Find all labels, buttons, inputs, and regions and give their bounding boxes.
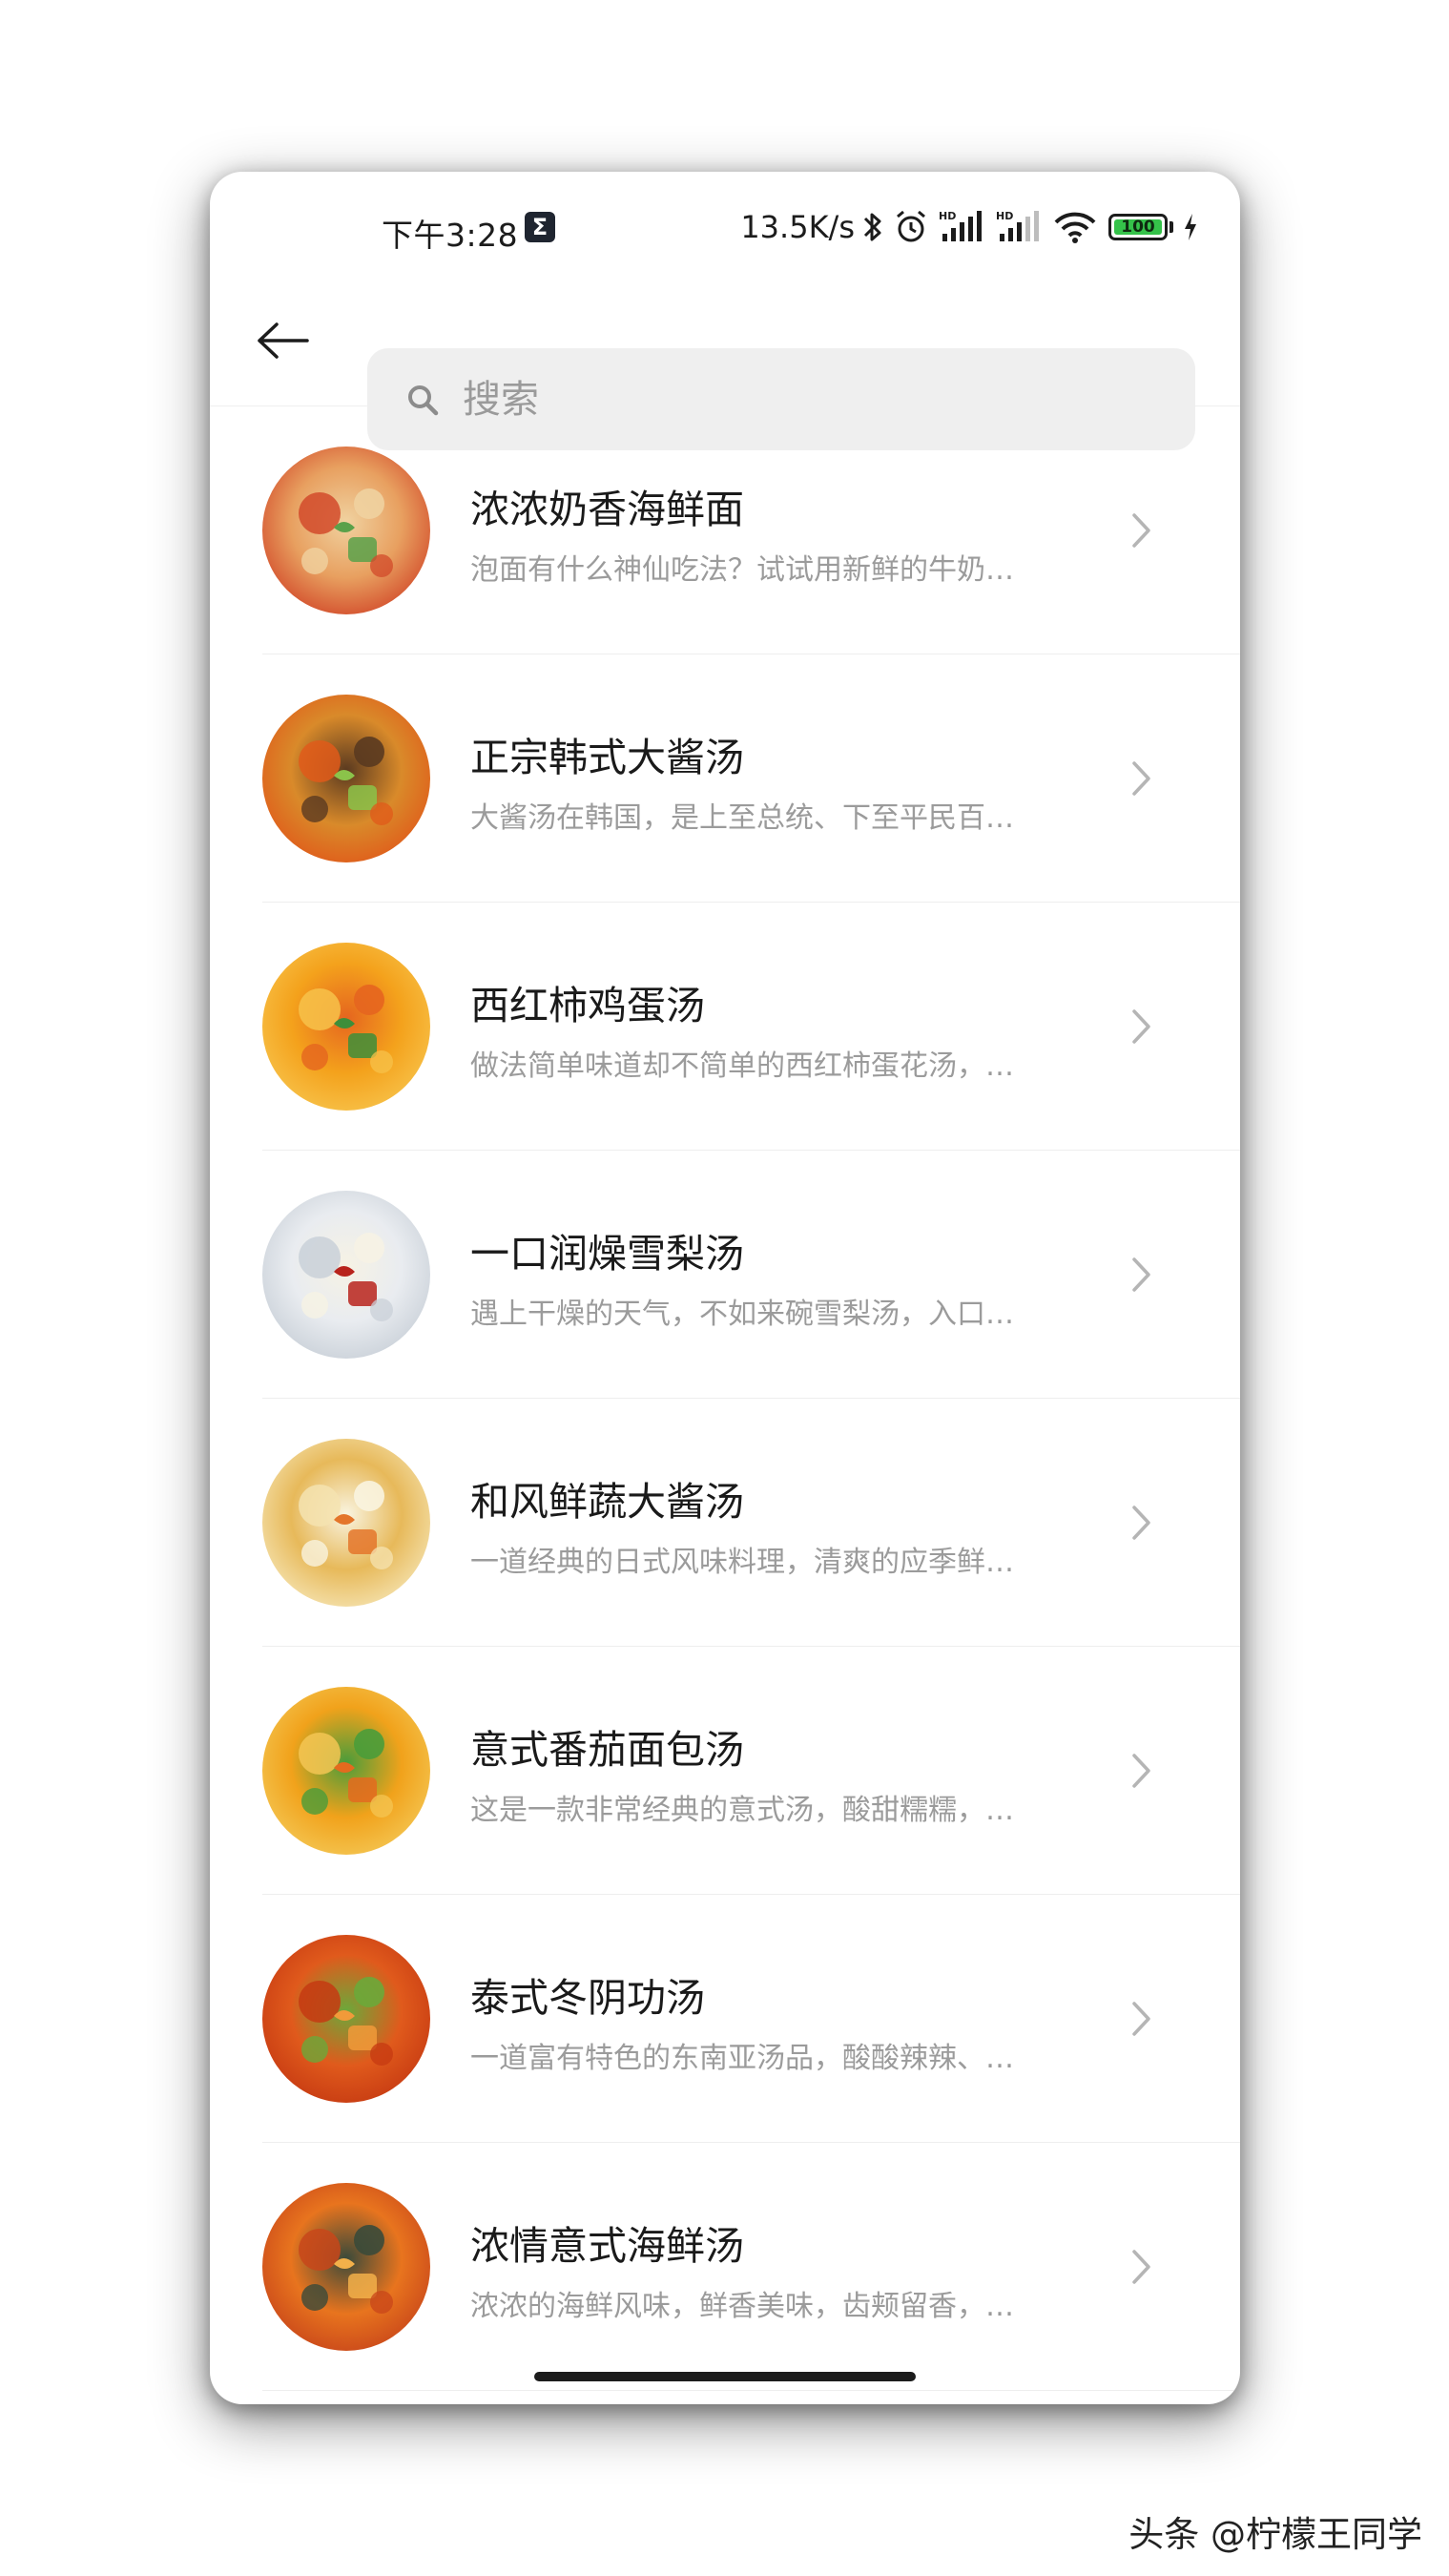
item-title: 西红柿鸡蛋汤 [470,983,705,1028]
item-description: 一道富有特色的东南亚汤品，酸酸辣辣、… [470,2042,1014,2075]
chevron-right-icon [1132,1009,1150,1044]
recipe-list: 浓浓奶香海鲜面 泡面有什么神仙吃法？试试用新鲜的牛奶… 正宗韩式大酱汤 大酱汤在韩国，… [210,406,1240,2391]
chevron-right-icon [1132,761,1150,796]
svg-text:HD: HD [996,210,1013,222]
hd-signal-icon: HD [939,210,982,241]
korean-soybean-soup-image [262,695,430,862]
item-description: 浓浓的海鲜风味，鲜香美味，齿颊留香，… [470,2290,1014,2323]
japanese-miso-soup-image [262,1439,430,1607]
seafood-noodle-image [262,447,430,614]
list-item[interactable]: 意式番茄面包汤这是一款非常经典的意式汤，酸甜糯糯，… [210,1647,1240,1895]
battery-level: 100 [1121,218,1155,237]
item-description: 遇上干燥的天气，不如来碗雪梨汤，入口… [470,1298,1014,1331]
item-title: 意式番茄面包汤 [470,1727,744,1773]
watermark: 头条 @柠檬王同学 [1128,2514,1422,2555]
chevron-right-icon [1132,1506,1150,1540]
italian-tomato-bread-soup-image [262,1687,430,1855]
item-description: 一道经典的日式风味料理，清爽的应季鲜… [470,1546,1014,1579]
back-button[interactable] [248,306,317,375]
hd-signal-icon: HD [996,210,1039,241]
battery-icon: 100 [1108,214,1168,240]
alarm-icon [897,210,925,242]
notification-badge: Σ [525,212,555,242]
back-arrow-icon [258,322,309,359]
charging-icon [1185,214,1196,240]
item-title: 泰式冬阴功汤 [470,1975,705,2021]
tomato-egg-soup-image [262,943,430,1111]
item-description: 泡面有什么神仙吃法？试试用新鲜的牛奶… [470,553,1014,587]
home-indicator[interactable] [534,2372,916,2381]
svg-text:HD: HD [939,210,956,222]
status-icons: 13.5K/s HD HD 100 [740,208,1198,246]
pear-soup-image [262,1191,430,1359]
screen: 下午3:28 Σ 13.5K/s HD HD 100 搜索 浓浓奶香海鲜面 泡面… [0,0,1449,2576]
list-item[interactable]: 浓情意式海鲜汤浓浓的海鲜风味，鲜香美味，齿颊留香，… [210,2143,1240,2391]
list-item[interactable]: 西红柿鸡蛋汤做法简单味道却不简单的西红柿蛋花汤，… [210,903,1240,1151]
item-title: 浓浓奶香海鲜面 [470,487,744,532]
list-item[interactable]: 正宗韩式大酱汤大酱汤在韩国，是上至总统、下至平民百… [210,654,1240,903]
item-description: 做法简单味道却不简单的西红柿蛋花汤，… [470,1049,1014,1083]
status-time: 下午3:28 [382,217,519,254]
battery-tip [1170,221,1173,233]
wifi-icon [1054,212,1096,243]
chevron-right-icon [1132,1754,1150,1788]
phone-screen: 下午3:28 Σ 13.5K/s HD HD 100 搜索 浓浓奶香海鲜面 泡面… [210,172,1240,2404]
list-item[interactable]: 和风鲜蔬大酱汤一道经典的日式风味料理，清爽的应季鲜… [210,1399,1240,1647]
item-title: 正宗韩式大酱汤 [470,735,744,780]
list-item[interactable]: 一口润燥雪梨汤遇上干燥的天气，不如来碗雪梨汤，入口… [210,1151,1240,1399]
divider [262,2390,1240,2391]
chevron-right-icon [1132,2250,1150,2284]
item-title: 一口润燥雪梨汤 [470,1231,744,1277]
item-title: 和风鲜蔬大酱汤 [470,1479,744,1525]
list-item[interactable]: 泰式冬阴功汤一道富有特色的东南亚汤品，酸酸辣辣、… [210,1895,1240,2143]
item-title: 浓情意式海鲜汤 [470,2223,744,2269]
item-description: 大酱汤在韩国，是上至总统、下至平民百… [470,801,1014,835]
bluetooth-icon [863,213,881,241]
network-speed: 13.5K/s [740,209,855,245]
status-bar: 下午3:28 Σ 13.5K/s HD HD 100 [210,172,1240,272]
chevron-right-icon [1132,513,1150,548]
tom-yum-soup-image [262,1935,430,2103]
italian-seafood-soup-image [262,2183,430,2351]
chevron-right-icon [1132,2002,1150,2036]
chevron-right-icon [1132,1257,1150,1292]
item-description: 这是一款非常经典的意式汤，酸甜糯糯，… [470,1794,1014,1827]
list-item[interactable]: 浓浓奶香海鲜面泡面有什么神仙吃法？试试用新鲜的牛奶… [210,406,1240,654]
